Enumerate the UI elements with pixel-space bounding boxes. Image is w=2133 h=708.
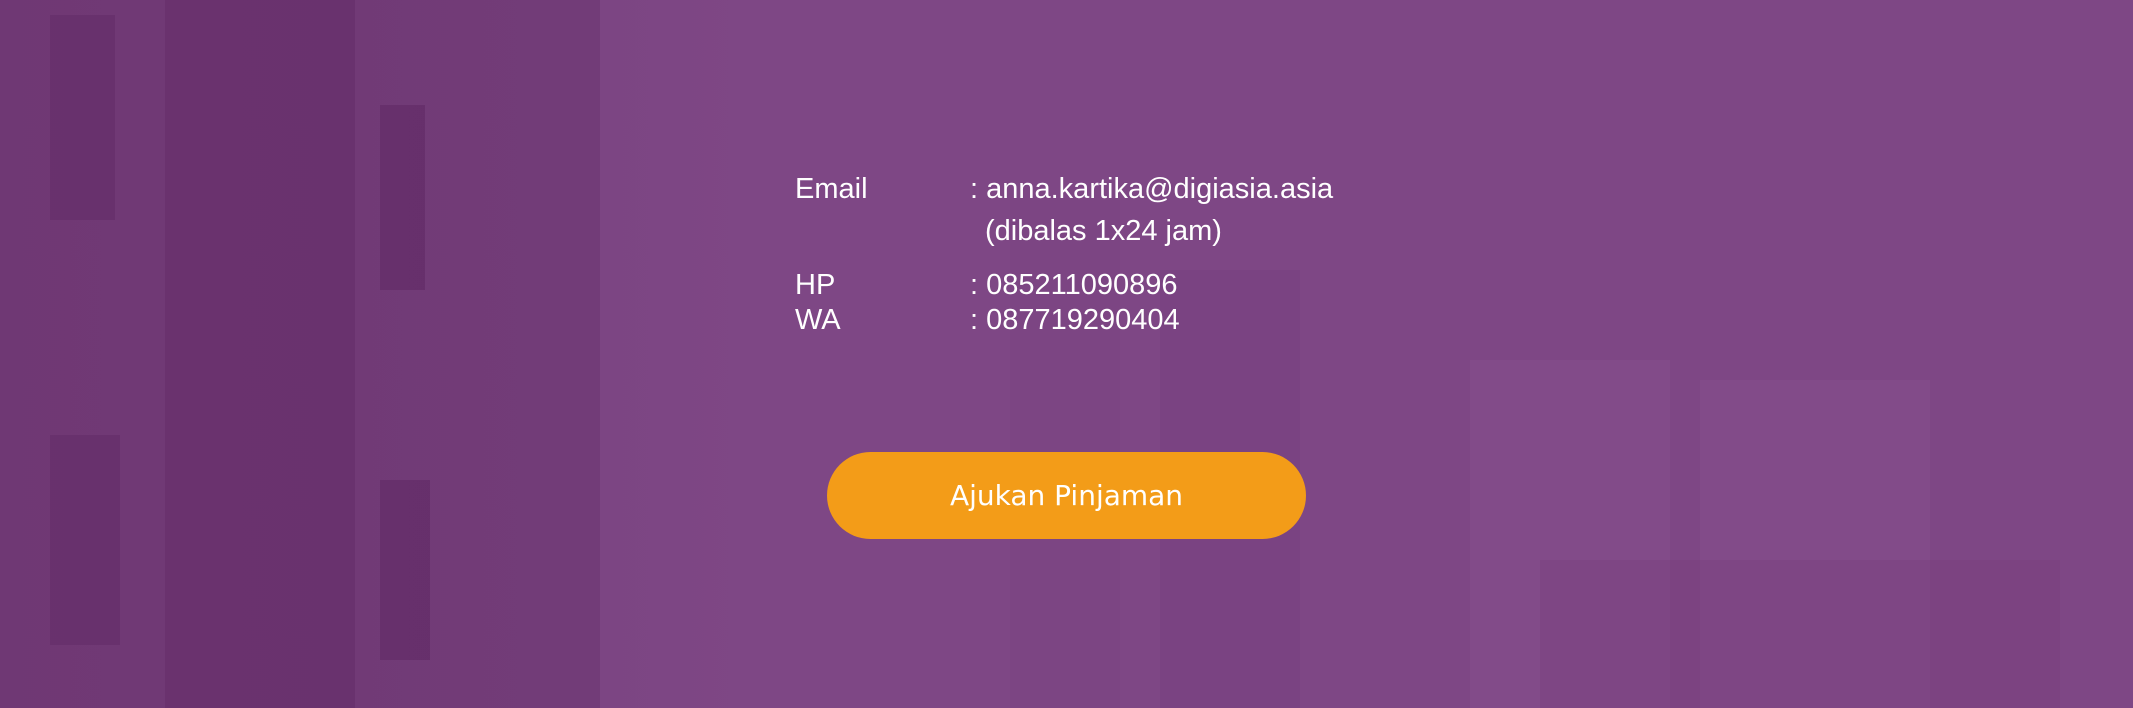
wa-value: : 087719290404 — [970, 304, 1180, 336]
email-label: Email — [795, 173, 868, 205]
hp-label: HP — [795, 269, 836, 301]
hp-value: : 085211090896 — [970, 269, 1178, 301]
email-value: : anna.kartika@digiasia.asia — [970, 173, 1334, 205]
email-response-note: (dibalas 1x24 jam) — [985, 215, 1222, 247]
email-row: Email : anna.kartika@digiasia.asia — [795, 172, 1333, 207]
wa-row: WA : 087719290404 — [795, 303, 1333, 338]
background-overlay — [0, 0, 2133, 708]
hp-row: HP : 085211090896 — [795, 268, 1333, 303]
contact-info: Email : anna.kartika@digiasia.asia (diba… — [795, 172, 1333, 338]
apply-loan-button[interactable]: Ajukan Pinjaman — [827, 452, 1306, 539]
wa-label: WA — [795, 304, 841, 336]
contact-banner: Email : anna.kartika@digiasia.asia (diba… — [0, 0, 2133, 708]
